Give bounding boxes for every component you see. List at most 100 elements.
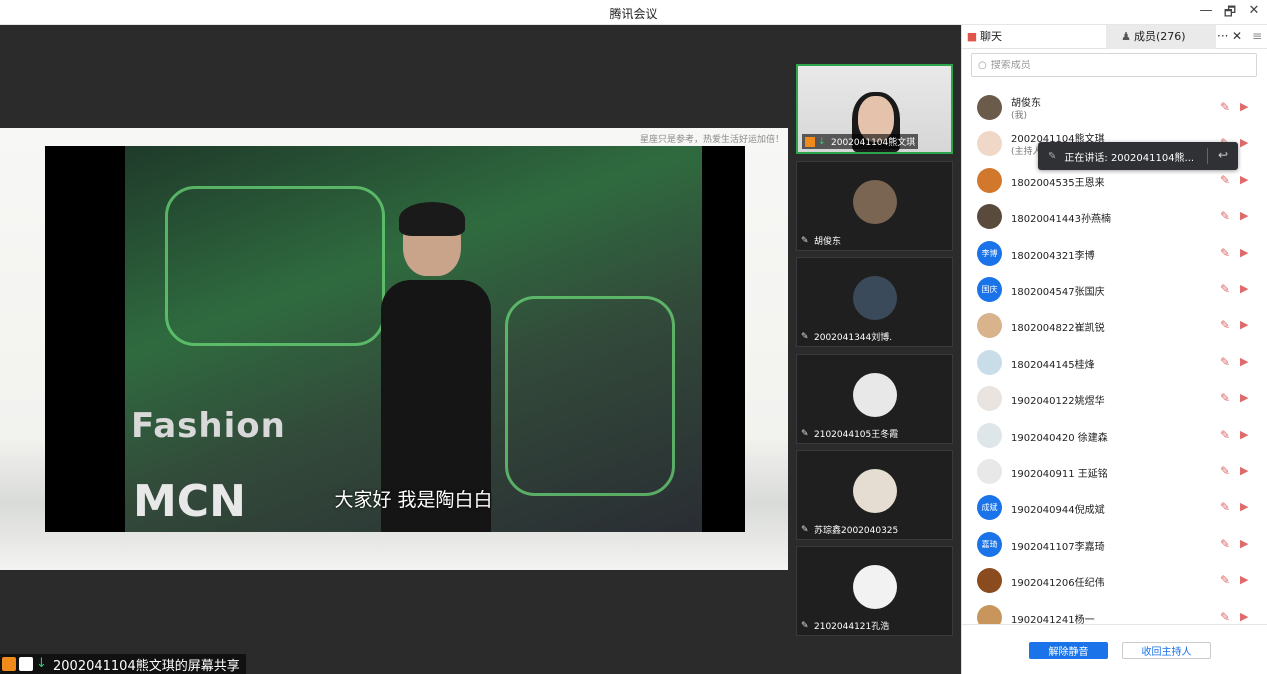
mic-muted-icon[interactable]: ✎ — [1220, 391, 1230, 405]
mic-muted-icon[interactable]: ✎ — [1220, 537, 1230, 551]
member-row[interactable]: 嘉琦 1902041107李嘉琦 ✎ ▶ — [962, 527, 1267, 563]
mic-muted-icon[interactable]: ✎ — [1220, 173, 1230, 187]
member-row[interactable]: 胡俊东 (我) ✎ ▶ — [962, 90, 1267, 126]
mic-muted-icon[interactable]: ✎ — [1220, 318, 1230, 332]
camera-off-icon[interactable]: ▶ — [1240, 209, 1248, 222]
mic-muted-icon[interactable]: ✎ — [1220, 100, 1230, 114]
close-button[interactable]: ✕ — [1244, 3, 1264, 21]
neon-decoration — [165, 186, 385, 346]
share-status-label: 2002041104熊文琪的屏幕共享 — [53, 658, 240, 674]
mic-muted-icon[interactable]: ✎ — [1220, 610, 1230, 624]
video-tile[interactable]: ✎ 苏琮鑫2002040325 — [796, 450, 953, 540]
camera-off-icon[interactable]: ▶ — [1240, 500, 1248, 513]
mic-muted-icon[interactable]: ✎ — [1220, 500, 1230, 514]
reply-arrow-icon[interactable]: ↩ — [1218, 148, 1228, 162]
member-name: 1802004547张国庆 — [1011, 287, 1105, 298]
avatar: 李博 — [977, 240, 1002, 266]
member-search[interactable]: ○ — [971, 53, 1257, 77]
chat-icon: ■ — [966, 30, 978, 43]
speaking-indicator: ✎ 正在讲话: 2002041104熊... ↩ — [1038, 142, 1238, 170]
avatar — [853, 565, 897, 609]
mic-muted-icon[interactable]: ✎ — [1220, 209, 1230, 223]
tab-members[interactable]: ♟ 成员(276) — [1106, 25, 1216, 49]
video-tile[interactable]: ✎ 2002041344刘博. — [796, 257, 953, 347]
shared-video-player: Fashion MCN 大家好 我是陶白白 — [45, 146, 745, 532]
video-frame: Fashion MCN 大家好 我是陶白白 — [125, 146, 702, 532]
restore-button[interactable]: 🗗 — [1220, 3, 1240, 21]
search-input[interactable] — [990, 59, 1241, 71]
panel-tabs: ■ 聊天 ♟ 成员(276) ··· ✕ ≡ — [962, 25, 1267, 49]
avatar: 嘉琦 — [977, 531, 1002, 557]
stage-sign-text: Fashion — [131, 406, 286, 446]
camera-off-icon[interactable]: ▶ — [1240, 464, 1248, 477]
panel-footer: 解除静音 收回主持人 — [962, 624, 1267, 674]
avatar — [853, 180, 897, 224]
mic-muted-icon: ✎ — [801, 428, 809, 439]
mic-muted-icon[interactable]: ✎ — [1220, 428, 1230, 442]
member-row[interactable]: 1902041241杨一 ✎ ▶ — [962, 600, 1267, 625]
avatar: 国庆 — [977, 277, 1002, 302]
mic-muted-icon[interactable]: ✎ — [1220, 355, 1230, 369]
reclaim-host-button[interactable]: 收回主持人 — [1122, 642, 1211, 659]
member-row[interactable]: 1902040911 王延铭 ✎ ▶ — [962, 454, 1267, 490]
screen-share-viewport: 星座只是参考，热爱生活好运加倍！ Fashion MCN 大家好 我是陶白白 ↓… — [0, 25, 788, 674]
mic-muted-icon[interactable]: ✎ — [1220, 246, 1230, 260]
camera-off-icon[interactable]: ▶ — [1240, 246, 1248, 259]
camera-off-icon[interactable]: ▶ — [1240, 318, 1248, 331]
video-tile[interactable]: ✎ 胡俊东 — [796, 161, 953, 251]
member-row[interactable]: 1902040420 徐建森 ✎ ▶ — [962, 418, 1267, 454]
camera-off-icon[interactable]: ▶ — [1240, 100, 1248, 113]
avatar — [853, 373, 897, 417]
member-name: 1802004535王恩来 — [1011, 177, 1105, 189]
member-row[interactable]: 1802044145桂烽 ✎ ▶ — [962, 345, 1267, 381]
video-tile[interactable]: ↓ 2002041104熊文琪 — [796, 64, 953, 154]
member-row[interactable]: 1902040122姚煜华 ✎ ▶ — [962, 381, 1267, 417]
unmute-all-button[interactable]: 解除静音 — [1029, 642, 1108, 659]
camera-off-icon[interactable]: ▶ — [1240, 282, 1248, 295]
avatar — [853, 469, 897, 513]
avatar — [977, 204, 1002, 230]
host-icon — [2, 657, 16, 671]
mic-muted-icon[interactable]: ✎ — [1220, 464, 1230, 478]
video-tile[interactable]: ✎ 2102044121孔浩 — [796, 546, 953, 636]
member-row[interactable]: 18020041443孙燕楠 ✎ ▶ — [962, 199, 1267, 235]
member-name: 1902041241杨一 — [1011, 614, 1095, 625]
neon-decoration — [505, 296, 675, 496]
avatar — [853, 276, 897, 320]
avatar — [977, 95, 1002, 120]
member-row[interactable]: 1902041206任纪伟 ✎ ▶ — [962, 563, 1267, 599]
member-row[interactable]: 1802004822崔凯锐 ✎ ▶ — [962, 308, 1267, 344]
camera-off-icon[interactable]: ▶ — [1240, 136, 1248, 149]
camera-off-icon[interactable]: ▶ — [1240, 391, 1248, 404]
more-options-button[interactable]: ··· — [1217, 29, 1228, 43]
camera-off-icon[interactable]: ▶ — [1240, 610, 1248, 623]
video-tile[interactable]: ✎ 2102044105王冬霞 — [796, 354, 953, 444]
camera-off-icon[interactable]: ▶ — [1240, 573, 1248, 586]
tile-name: 苏琮鑫2002040325 — [814, 526, 899, 536]
avatar — [977, 167, 1002, 193]
member-list: 胡俊东(我)✎▶2002041104熊文琪(主持人✎▶1802004535王恩来… — [962, 90, 1267, 625]
app-title: 腾讯会议 — [609, 7, 658, 21]
camera-off-icon[interactable]: ▶ — [1240, 355, 1248, 368]
close-panel-button[interactable]: ✕ — [1232, 29, 1242, 43]
search-icon: ○ — [978, 59, 987, 71]
member-name: 1902040911 王延铭 — [1011, 469, 1108, 480]
member-name: 1902041206任纪伟 — [1011, 578, 1105, 590]
panel-menu-button[interactable]: ≡ — [1252, 29, 1262, 43]
member-row[interactable]: 成斌 1902040944倪成斌 ✎ ▶ — [962, 490, 1267, 526]
mic-icon: ✎ — [1048, 150, 1057, 162]
tile-name: 2102044105王冬霞 — [814, 430, 899, 440]
member-row[interactable]: 国庆 1802004547张国庆 ✎ ▶ — [962, 272, 1267, 308]
tab-chat[interactable]: ■ 聊天 — [966, 25, 1104, 49]
avatar — [977, 131, 1002, 157]
avatar — [977, 349, 1002, 375]
member-name: 1902041107李嘉琦 — [1011, 541, 1105, 553]
minimize-button[interactable]: — — [1196, 3, 1216, 21]
camera-off-icon[interactable]: ▶ — [1240, 537, 1248, 550]
member-row[interactable]: 李博 1802004321李博 ✎ ▶ — [962, 236, 1267, 272]
mic-muted-icon[interactable]: ✎ — [1220, 282, 1230, 296]
mic-muted-icon[interactable]: ✎ — [1220, 573, 1230, 587]
member-name: 18020041443孙燕楠 — [1011, 214, 1111, 226]
camera-off-icon[interactable]: ▶ — [1240, 428, 1248, 441]
camera-off-icon[interactable]: ▶ — [1240, 173, 1248, 186]
